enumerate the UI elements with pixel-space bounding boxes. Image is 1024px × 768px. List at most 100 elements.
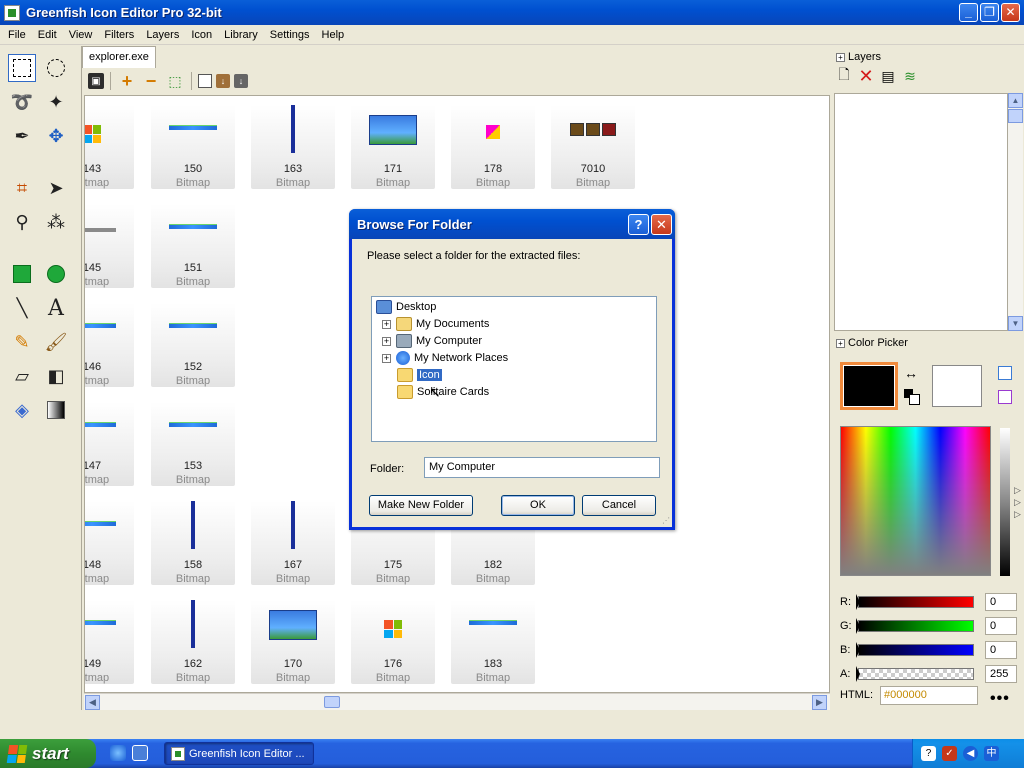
tree-item[interactable]: + My Documents	[382, 316, 489, 332]
secondary-color-swatch[interactable]	[932, 365, 982, 407]
antivirus-tray-icon[interactable]: ✓	[942, 746, 957, 761]
color-slider[interactable]	[856, 666, 974, 682]
brush-tool[interactable]: 🖌	[42, 328, 70, 356]
icon-cell[interactable]: 147 Bitmap	[85, 402, 134, 486]
paint-bucket-tool[interactable]: ◈	[8, 396, 36, 424]
fill-tool[interactable]: ◧	[42, 362, 70, 390]
spray-tool[interactable]: ⁂	[42, 208, 70, 236]
dialog-close-button[interactable]: ✕	[651, 214, 672, 235]
color-slider[interactable]	[856, 642, 974, 658]
cancel-button[interactable]: Cancel	[582, 495, 656, 516]
language-tray-icon[interactable]: 中	[984, 746, 999, 761]
expand-icon[interactable]: +	[382, 319, 391, 329]
layers-scrollbar[interactable]: ▲ ▼	[1008, 93, 1023, 331]
expand-icon[interactable]: +	[382, 353, 391, 363]
swap-colors-icon[interactable]: ↔	[904, 365, 918, 381]
icon-cell[interactable]: 7010 Bitmap	[551, 105, 635, 189]
line-tool[interactable]: ╲	[8, 294, 36, 322]
expand-icon[interactable]: +	[382, 336, 391, 346]
document-tab[interactable]: explorer.exe	[82, 46, 156, 68]
show-desktop-icon[interactable]	[132, 745, 148, 761]
move-tool[interactable]: ✥	[42, 122, 70, 150]
layers-list[interactable]	[834, 93, 1008, 331]
help-tray-icon[interactable]: ?	[921, 746, 936, 761]
scroll-down-icon[interactable]: ▼	[1008, 316, 1023, 331]
menu-library[interactable]: Library	[218, 29, 264, 41]
icon-cell[interactable]: 150 Bitmap	[151, 105, 235, 189]
icon-cell[interactable]: 167 Bitmap	[251, 501, 335, 585]
eraser-tool[interactable]: ▱	[8, 362, 36, 390]
resize-grip-icon[interactable]: ⋰	[662, 516, 670, 525]
menu-filters[interactable]: Filters	[98, 29, 140, 41]
icon-cell[interactable]: 152 Bitmap	[151, 303, 235, 387]
menu-file[interactable]: File	[2, 29, 32, 41]
icon-cell[interactable]: 148 Bitmap	[85, 501, 134, 585]
tree-item[interactable]: Icon	[382, 367, 442, 383]
menu-help[interactable]: Help	[316, 29, 351, 41]
icon-cell[interactable]: 183 Bitmap	[451, 600, 535, 684]
color-spectrum[interactable]	[840, 426, 991, 576]
collapse-icon[interactable]: +	[836, 52, 845, 62]
rectangle-tool[interactable]	[8, 260, 36, 288]
taskbar-app-button[interactable]: Greenfish Icon Editor ...	[164, 742, 314, 765]
slider-value-input[interactable]: 255	[985, 665, 1017, 683]
add-icon[interactable]: +	[117, 71, 137, 91]
folder-input[interactable]: My Computer	[424, 457, 660, 478]
panel-arrows-icon[interactable]: ▷ ▷ ▷	[1014, 484, 1021, 520]
window-icon[interactable]	[198, 74, 212, 88]
scroll-thumb[interactable]	[1008, 109, 1023, 123]
primary-color-swatch[interactable]	[840, 362, 898, 410]
menu-settings[interactable]: Settings	[264, 29, 316, 41]
color-picker-header[interactable]: + Color Picker	[836, 337, 908, 349]
reset-colors-icon[interactable]	[904, 389, 920, 405]
horizontal-scrollbar[interactable]: ◀ ▶	[84, 693, 830, 710]
menu-view[interactable]: View	[63, 29, 99, 41]
gradient-tool[interactable]	[42, 396, 70, 424]
icon-cell[interactable]: 151 Bitmap	[151, 204, 235, 288]
menu-icon[interactable]: Icon	[185, 29, 218, 41]
maximize-button[interactable]: ❐	[980, 3, 999, 22]
dialog-help-button[interactable]: ?	[628, 214, 649, 235]
text-tool[interactable]: A	[42, 294, 70, 322]
menu-edit[interactable]: Edit	[32, 29, 63, 41]
icon-cell[interactable]: 153 Bitmap	[151, 402, 235, 486]
icon-cell[interactable]: 176 Bitmap	[351, 600, 435, 684]
download-icon[interactable]: ↓	[216, 74, 230, 88]
ellipse-select-tool[interactable]	[42, 54, 70, 82]
icon-cell[interactable]: 170 Bitmap	[251, 600, 335, 684]
pointer-tool[interactable]: ➤	[42, 174, 70, 202]
start-button[interactable]: start	[0, 739, 96, 768]
eyedropper-tool[interactable]: ⚲	[8, 208, 36, 236]
slider-value-input[interactable]: 0	[985, 641, 1017, 659]
icon-cell[interactable]: 171 Bitmap	[351, 105, 435, 189]
html-color-input[interactable]: #000000	[880, 686, 978, 705]
remove-icon[interactable]: −	[141, 71, 161, 91]
more-icon[interactable]: •••	[990, 690, 1010, 708]
icon-cell[interactable]: 145 Bitmap	[85, 204, 134, 288]
layers-header[interactable]: + Layers	[836, 51, 881, 63]
back-tray-icon[interactable]: ◀	[963, 746, 978, 761]
scroll-left-icon[interactable]: ◀	[85, 695, 100, 710]
close-button[interactable]: ✕	[1001, 3, 1020, 22]
pen-tool[interactable]: ✒	[8, 122, 36, 150]
ok-button[interactable]: OK	[501, 495, 575, 516]
export-icon[interactable]: ⬚	[165, 71, 185, 91]
icon-cell[interactable]: 158 Bitmap	[151, 501, 235, 585]
tree-item[interactable]: Desktop	[376, 299, 436, 315]
folder-tree[interactable]: Desktop + My Documents + My Computer + My Netw…	[371, 296, 657, 442]
pencil-tool[interactable]: ✎	[8, 328, 36, 356]
slider-value-input[interactable]: 0	[985, 617, 1017, 635]
tree-item[interactable]: + My Computer	[382, 333, 482, 349]
download-all-icon[interactable]: ↓	[234, 74, 248, 88]
lasso-tool[interactable]: ➰	[8, 88, 36, 116]
collapse-icon[interactable]: +	[836, 338, 845, 348]
minimize-button[interactable]: _	[959, 3, 978, 22]
rect-select-tool[interactable]	[8, 54, 36, 82]
layer-properties-icon[interactable]: ▤	[880, 68, 896, 84]
merge-layers-icon[interactable]: ≋	[902, 68, 918, 84]
ellipse-tool[interactable]	[42, 260, 70, 288]
icon-cell[interactable]: 146 Bitmap	[85, 303, 134, 387]
icon-cell[interactable]: 162 Bitmap	[151, 600, 235, 684]
tree-item[interactable]: + My Network Places	[382, 350, 508, 366]
color-slider[interactable]	[856, 594, 974, 610]
